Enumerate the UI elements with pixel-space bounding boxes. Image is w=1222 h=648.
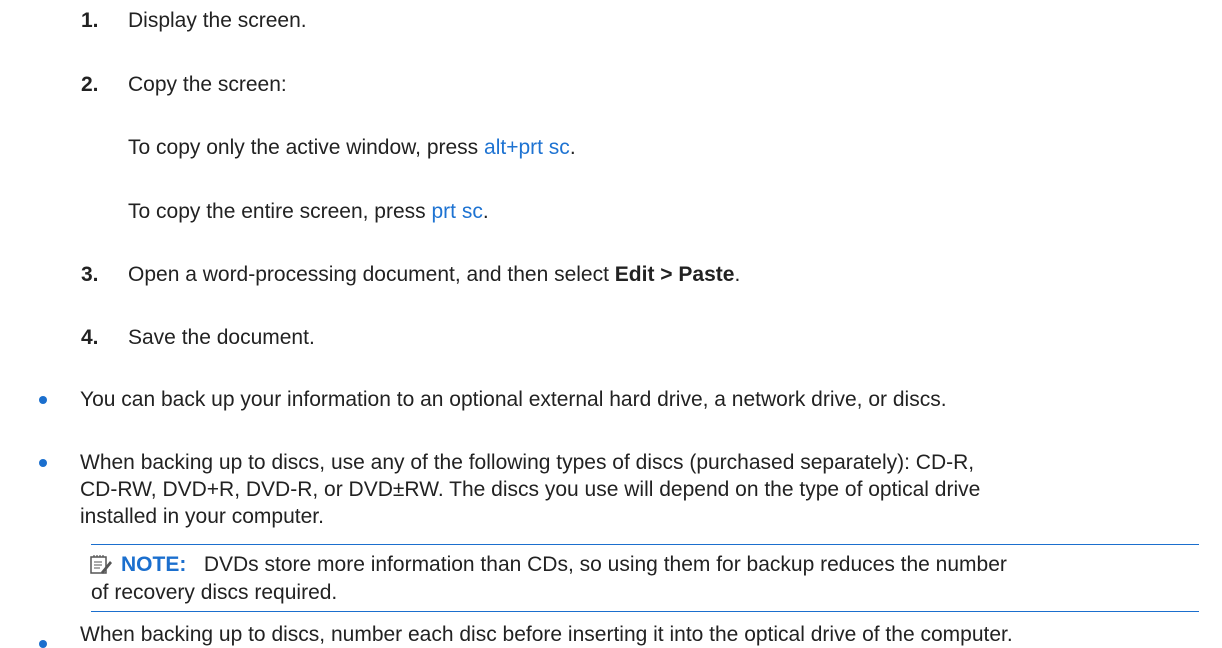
bullet-text: You can back up your information to an o…: [80, 388, 947, 411]
note-pad-icon: [90, 555, 112, 575]
bullet-text: When backing up to discs, use any of the…: [80, 451, 975, 474]
sub-instruction-entire: To copy the entire screen, press prt sc.: [128, 199, 489, 225]
step-number: 3.: [81, 263, 99, 286]
bullet-dot-icon: [39, 459, 47, 467]
sub-instruction-active: To copy only the active window, press al…: [128, 135, 576, 161]
sub-text: To copy the entire screen, press: [128, 200, 432, 223]
note-line: NOTE: DVDs store more information than C…: [121, 552, 1007, 578]
bullet-dot-icon: [39, 396, 47, 404]
bullet-text: installed in your computer.: [80, 505, 324, 528]
step-number: 4.: [81, 326, 99, 349]
step-text: Save the document.: [128, 326, 315, 349]
sub-text: .: [482, 200, 489, 223]
menu-path: Edit > Paste: [614, 263, 735, 286]
step-text: Copy the screen:: [128, 73, 287, 96]
step-text: Open a word-processing document, and the…: [128, 262, 740, 288]
note-bottom-rule: [91, 611, 1199, 612]
step-number: 2.: [81, 73, 99, 96]
note-text-continued: of recovery discs required.: [91, 581, 338, 604]
sub-text: To copy only the active window, press: [128, 136, 485, 159]
note-text: DVDs store more information than CDs, so…: [203, 553, 1007, 576]
key-combo-link[interactable]: alt+prt sc: [484, 136, 570, 159]
key-link[interactable]: prt sc: [432, 200, 483, 223]
step-number: 1.: [81, 9, 99, 32]
step-text-part: .: [734, 263, 741, 286]
sub-text: .: [569, 136, 576, 159]
note-label: NOTE:: [121, 553, 187, 576]
step-text-part: Open a word-processing document, and the…: [128, 263, 615, 286]
note-top-rule: [91, 544, 1199, 545]
step-text: Display the screen.: [128, 9, 307, 32]
bullet-text: CD-RW, DVD+R, DVD-R, or DVD±RW. The disc…: [80, 478, 981, 501]
bullet-text: When backing up to discs, number each di…: [80, 623, 1013, 646]
bullet-dot-icon: [39, 640, 47, 648]
